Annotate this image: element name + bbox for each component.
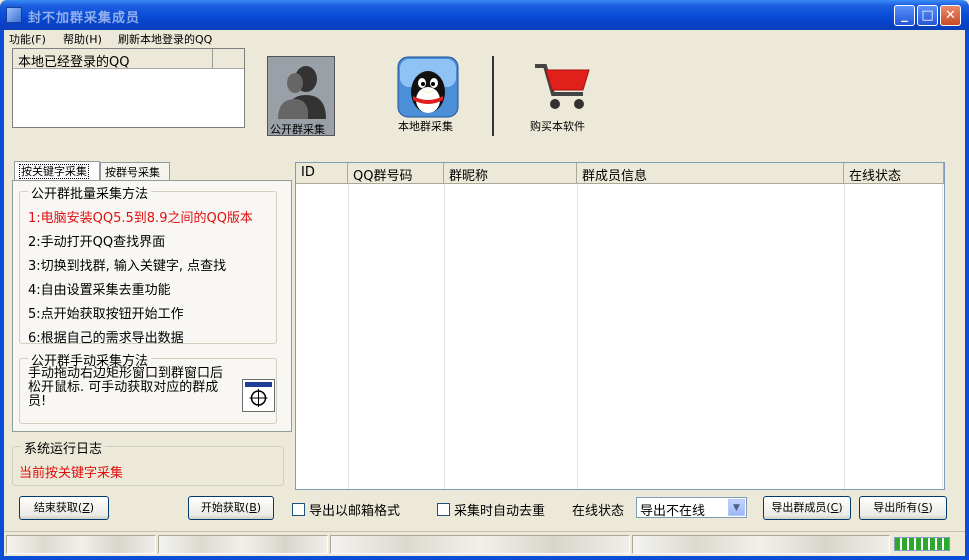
crosshair-drag-target[interactable] (242, 379, 275, 412)
stop-button[interactable]: 结束获取(Z) (19, 496, 109, 520)
col-id[interactable]: ID (296, 163, 348, 184)
results-grid[interactable]: ID QQ群号码 群昵称 群成员信息 在线状态 (295, 162, 945, 490)
system-log-title: 系统运行日志 (21, 438, 106, 457)
col-group-nickname[interactable]: 群昵称 (444, 163, 577, 184)
tab-keyword-label: 按关键字采集 (19, 164, 89, 179)
export-members-label: 导出群成员 (771, 501, 827, 514)
status-segment (632, 535, 890, 554)
export-all-button[interactable]: 导出所有(S) (859, 496, 947, 520)
chevron-down-icon[interactable]: ▼ (728, 499, 745, 516)
stop-button-key: Z (82, 501, 90, 514)
menu-help[interactable]: 帮助(H) (63, 31, 102, 47)
window-title: 封不加群采集成员 (28, 11, 141, 26)
menu-bar: 功能(F) 帮助(H) 刷新本地登录的QQ (3, 30, 966, 46)
tab-group-number-label: 按群号采集 (105, 166, 160, 179)
logged-in-qq-list[interactable]: 本地已经登录的QQ (12, 48, 245, 128)
shopping-cart-icon (535, 64, 590, 109)
export-members-key: C (830, 501, 839, 514)
step-2: 2:手动打开QQ查找界面 (28, 235, 166, 250)
status-segment (330, 535, 630, 554)
close-button[interactable]: ✕ (940, 5, 961, 26)
minimize-button[interactable]: _ (894, 5, 915, 26)
window-frame-right (965, 30, 969, 556)
start-button-key: B (249, 501, 257, 514)
tab-panel: 公开群批量采集方法 1:电脑安装QQ5.5到8.9之间的QQ版本 2:手动打开Q… (12, 180, 292, 432)
local-group-button[interactable]: 本地群采集 (394, 56, 462, 136)
manual-method-group: 公开群手动采集方法 手动拖动右边矩形窗口到群窗口后松开鼠标. 可手动获取对应的群… (19, 350, 277, 424)
toolbar-separator (492, 56, 494, 136)
grid-header: ID QQ群号码 群昵称 群成员信息 在线状态 (296, 163, 944, 184)
status-segment (6, 535, 156, 554)
stop-button-label: 结束获取 (33, 501, 78, 514)
step-3: 3:切换到找群, 输入关键字, 点查找 (28, 259, 227, 274)
title-bar[interactable]: 封不加群采集成员 _ □ ✕ (0, 0, 969, 30)
step-6: 6:根据自己的需求导出数据 (28, 331, 184, 346)
qq-penguin-icon (397, 56, 459, 118)
menu-function[interactable]: 功能(F) (9, 31, 46, 47)
online-status-select[interactable]: 导出不在线 ▼ (636, 497, 747, 519)
grid-column-line (348, 184, 349, 489)
progress-bar (894, 537, 950, 551)
export-all-label: 导出所有 (873, 501, 918, 514)
progress-fill (895, 538, 949, 550)
start-button[interactable]: 开始获取(B) (188, 496, 274, 520)
buy-software-button[interactable]: 购买本软件 (527, 56, 595, 136)
dedupe-checkbox[interactable] (437, 503, 450, 516)
batch-method-group: 公开群批量采集方法 1:电脑安装QQ5.5到8.9之间的QQ版本 2:手动打开Q… (19, 183, 277, 346)
logged-in-qq-header: 本地已经登录的QQ (13, 49, 244, 70)
export-all-key: S (921, 501, 929, 514)
header-separator (212, 49, 213, 69)
tab-group-number[interactable]: 按群号采集 (100, 162, 170, 180)
start-button-label: 开始获取 (200, 501, 245, 514)
person-icon (278, 66, 326, 119)
crosshair-icon (245, 382, 272, 407)
system-log-group: 系统运行日志 当前按关键字采集 (12, 438, 284, 486)
grid-column-line (942, 184, 943, 489)
grid-column-line (844, 184, 845, 489)
dedupe-label: 采集时自动去重 (454, 504, 546, 519)
window-frame-left (0, 30, 4, 556)
export-members-button[interactable]: 导出群成员(C) (763, 496, 851, 520)
online-status-value: 导出不在线 (640, 504, 706, 519)
app-icon (6, 7, 22, 23)
manual-method-text: 手动拖动右边矩形窗口到群窗口后松开鼠标. 可手动获取对应的群成员! (28, 366, 224, 409)
grid-column-line (577, 184, 578, 489)
status-segment (158, 535, 328, 554)
col-qq-group-number[interactable]: QQ群号码 (348, 163, 444, 184)
local-group-label: 本地群采集 (398, 120, 453, 133)
col-online-status[interactable]: 在线状态 (844, 163, 944, 184)
step-1: 1:电脑安装QQ5.5到8.9之间的QQ版本 (28, 211, 253, 226)
col-member-info[interactable]: 群成员信息 (577, 163, 844, 184)
window-frame-bottom (0, 556, 969, 560)
grid-column-line (444, 184, 445, 489)
step-4: 4:自由设置采集去重功能 (28, 283, 171, 298)
status-bar (4, 531, 965, 556)
online-status-label: 在线状态 (572, 504, 625, 519)
tab-keyword[interactable]: 按关键字采集 (14, 161, 100, 180)
public-group-label: 公开群采集 (270, 123, 325, 136)
batch-method-title: 公开群批量采集方法 (28, 183, 152, 202)
maximize-button[interactable]: □ (917, 5, 938, 26)
menu-refresh-qq[interactable]: 刷新本地登录的QQ (118, 31, 212, 47)
step-5: 5:点开始获取按钮开始工作 (28, 307, 184, 322)
email-format-label: 导出以邮箱格式 (309, 504, 401, 519)
buy-software-label: 购买本软件 (530, 120, 585, 133)
email-format-checkbox[interactable] (292, 503, 305, 516)
logged-in-qq-header-label: 本地已经登录的QQ (18, 55, 130, 70)
public-group-button[interactable]: 公开群采集 (267, 56, 335, 136)
system-log-message: 当前按关键字采集 (19, 466, 124, 481)
